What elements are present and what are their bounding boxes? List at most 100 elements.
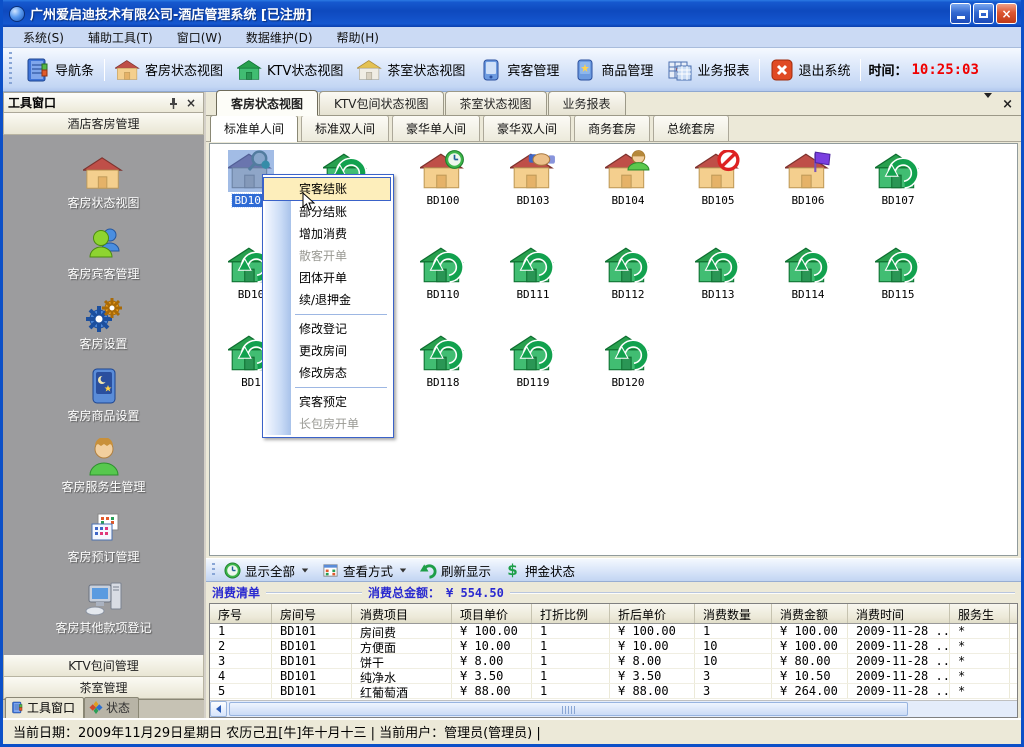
context-menu-item-7[interactable]: 修改登记 [263, 318, 391, 340]
toolbar-button-5[interactable]: 商品管理 [566, 55, 660, 85]
group-header-0[interactable]: KTV包间管理 [3, 655, 204, 677]
room-BD118[interactable]: BD118 [410, 332, 476, 389]
room-BD115[interactable]: BD115 [865, 244, 931, 301]
room-label: BD119 [514, 376, 551, 389]
view-toolbar-button-2[interactable]: 刷新显示 [415, 559, 499, 582]
sidebar-item-1[interactable]: 客房宾客管理 [3, 225, 204, 282]
toolbar-button-2[interactable]: KTV状态视图 [230, 55, 350, 85]
sidebar-item-5[interactable]: 客房预订管理 [3, 510, 204, 565]
horizontal-scrollbar[interactable] [210, 700, 1017, 717]
close-tool-window-icon[interactable]: × [183, 96, 199, 110]
room-BD119[interactable]: BD119 [500, 332, 566, 389]
column-header-4[interactable]: 打折比例 [532, 604, 610, 623]
context-menu-item-2[interactable]: 增加消费 [263, 223, 391, 245]
table-row-2[interactable]: 3BD101饼干¥ 8.001¥ 8.0010¥ 80.002009-11-28… [210, 654, 1017, 669]
context-menu-item-0[interactable]: 宾客结账 [263, 177, 391, 201]
menu-item-1[interactable]: 辅助工具(T) [76, 27, 165, 48]
tab-close-icon[interactable]: × [1002, 97, 1013, 112]
room-BD114[interactable]: BD114 [775, 244, 841, 301]
column-header-0[interactable]: 序号 [210, 604, 272, 623]
toolbar-grip[interactable] [8, 52, 13, 87]
tab-scroll-dropdown-icon[interactable] [984, 98, 992, 112]
column-header-1[interactable]: 房间号 [272, 604, 352, 623]
sidebar-bottom-tab-1[interactable]: 状态 [84, 697, 139, 718]
close-button[interactable]: × [996, 3, 1017, 24]
room-type-tab-4[interactable]: 商务套房 [574, 115, 650, 141]
table-row-3[interactable]: 4BD101纯净水¥ 3.501¥ 3.503¥ 10.502009-11-28… [210, 669, 1017, 684]
view-toolbar-button-0[interactable]: 显示全部 [219, 559, 317, 582]
time-label: 时间： [868, 60, 907, 79]
context-menu-item-5[interactable]: 续/退押金 [263, 289, 391, 311]
room-type-tab-3[interactable]: 豪华双人间 [483, 115, 571, 141]
toolbar-button-7[interactable]: 退出系统 [763, 55, 857, 85]
cell: 红葡萄酒 [352, 684, 452, 698]
sidebar-item-4[interactable]: 客房服务生管理 [3, 438, 204, 495]
column-header-9[interactable]: 服务生 [950, 604, 1010, 623]
toolbar-button-label: 导航条 [55, 60, 94, 79]
toolbar-button-0[interactable]: 导航条 [16, 54, 101, 86]
room-BD105[interactable]: BD105 [685, 150, 751, 207]
doc-tab-3[interactable]: 业务报表 [548, 91, 626, 115]
table-row-1[interactable]: 2BD101方便面¥ 10.001¥ 10.0010¥ 100.002009-1… [210, 639, 1017, 654]
doc-tab-2[interactable]: 茶室状态视图 [445, 91, 547, 115]
group-header-hotel-rooms[interactable]: 酒店客房管理 [3, 113, 204, 135]
toolbar-button-6[interactable]: 业务报表 [660, 55, 756, 85]
cell: ¥ 100.00 [452, 624, 532, 638]
menu-item-3[interactable]: 数据维护(D) [234, 27, 325, 48]
room-BD120[interactable]: BD120 [595, 332, 661, 389]
group-header-1[interactable]: 茶室管理 [3, 677, 204, 699]
pin-icon[interactable] [167, 97, 183, 109]
room-status-canvas[interactable]: BD120 BD119 BD118 BD1 BD115 BD114 BD113 … [209, 143, 1018, 556]
scrollbar-thumb[interactable] [229, 702, 908, 716]
room-type-tab-0[interactable]: 标准单人间 [210, 115, 298, 142]
consumption-panel-title: 消费清单 [212, 584, 260, 601]
context-menu-item-8[interactable]: 更改房间 [263, 340, 391, 362]
room-BD100[interactable]: BD100 [410, 150, 476, 207]
room-BD112[interactable]: BD112 [595, 244, 661, 301]
room-BD103[interactable]: BD103 [500, 150, 566, 207]
menu-item-0[interactable]: 系统(S) [11, 27, 76, 48]
context-menu-item-11[interactable]: 宾客预定 [263, 391, 391, 413]
room-type-tab-2[interactable]: 豪华单人间 [392, 115, 480, 141]
room-BD113[interactable]: BD113 [685, 244, 751, 301]
view-toolbar-button-1[interactable]: 查看方式 [317, 559, 415, 582]
doc-tab-0[interactable]: 客房状态视图 [216, 90, 318, 116]
room-BD107[interactable]: BD107 [865, 150, 931, 207]
sidebar-item-3[interactable]: 客房商品设置 [3, 367, 204, 424]
sidebar-item-6[interactable]: 客房其他款项登记 [3, 579, 204, 636]
view-toolbar-button-3[interactable]: $押金状态 [499, 559, 583, 582]
doc-tab-1[interactable]: KTV包间状态视图 [319, 91, 443, 115]
cell: 1 [532, 624, 610, 638]
room-type-tab-1[interactable]: 标准双人间 [301, 115, 389, 141]
context-menu-item-9[interactable]: 修改房态 [263, 362, 391, 384]
column-header-6[interactable]: 消费数量 [695, 604, 772, 623]
toolbar-button-1[interactable]: 客房状态视图 [108, 55, 230, 85]
view-toolbar-grip[interactable] [211, 563, 216, 577]
context-menu-item-4[interactable]: 团体开单 [263, 267, 391, 289]
context-menu-item-1[interactable]: 部分结账 [263, 201, 391, 223]
sidebar-bottom-tab-0[interactable]: 工具窗口 [5, 697, 84, 718]
table-row-4[interactable]: 5BD101红葡萄酒¥ 88.001¥ 88.003¥ 264.002009-1… [210, 684, 1017, 699]
sidebar-item-0[interactable]: 客房状态视图 [3, 154, 204, 211]
room-BD106[interactable]: BD106 [775, 150, 841, 207]
minimize-button[interactable] [950, 3, 971, 24]
room-BD111[interactable]: BD111 [500, 244, 566, 301]
room-type-tab-5[interactable]: 总统套房 [653, 115, 729, 141]
scroll-left-button[interactable] [210, 701, 227, 717]
column-header-5[interactable]: 折后单价 [610, 604, 695, 623]
room-BD110[interactable]: BD110 [410, 244, 476, 301]
menu-item-2[interactable]: 窗口(W) [165, 27, 234, 48]
toolbar-button-3[interactable]: 茶室状态视图 [350, 55, 472, 85]
toolbar-button-4[interactable]: 宾客管理 [472, 55, 566, 85]
cell: 房间费 [352, 624, 452, 638]
column-header-3[interactable]: 项目单价 [452, 604, 532, 623]
column-header-7[interactable]: 消费金额 [772, 604, 848, 623]
sidebar-item-2[interactable]: 客房设置 [3, 297, 204, 352]
column-header-2[interactable]: 消费项目 [352, 604, 452, 623]
column-header-8[interactable]: 消费时间 [848, 604, 950, 623]
maximize-button[interactable] [973, 3, 994, 24]
cell: BD101 [272, 624, 352, 638]
room-BD104[interactable]: BD104 [595, 150, 661, 207]
menu-item-4[interactable]: 帮助(H) [325, 27, 391, 48]
table-row-0[interactable]: 1BD101房间费¥ 100.001¥ 100.001¥ 100.002009-… [210, 624, 1017, 639]
